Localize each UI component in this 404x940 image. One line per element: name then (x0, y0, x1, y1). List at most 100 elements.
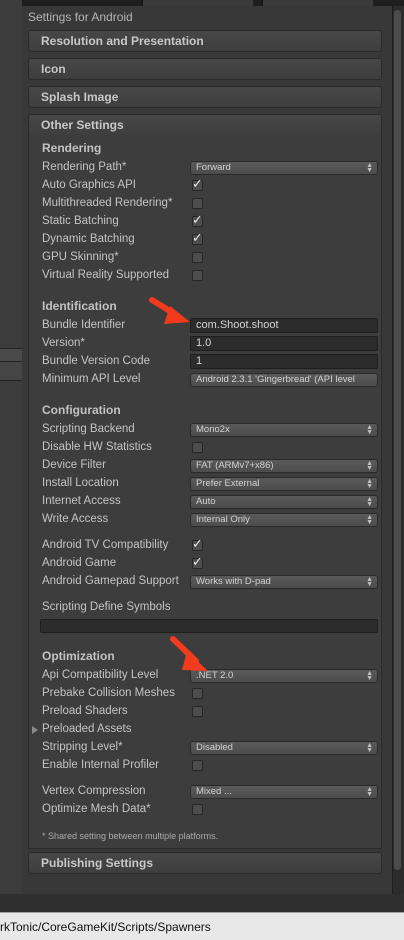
stripping-level-dropdown[interactable]: Disabled ▲ ▼ (190, 741, 378, 755)
check-icon: ✓ (192, 554, 203, 569)
check-icon: ✓ (192, 176, 203, 191)
scrollbar-thumb[interactable] (394, 10, 401, 870)
minimum-api-level-value: Android 2.3.1 'Gingerbread' (API level (196, 374, 355, 385)
vertex-compression-dropdown[interactable]: Mixed ... ▲ ▼ (190, 785, 378, 799)
optimization-heading: Optimization (42, 649, 115, 663)
red-arrow-icon (170, 636, 208, 671)
check-icon: ✓ (192, 536, 203, 551)
section-other-settings[interactable]: Other Settings (28, 114, 382, 136)
api-compatibility-label: Api Compatibility Level (42, 669, 159, 681)
vertex-compression-value: Mixed ... (196, 786, 232, 797)
gpu-skinning-checkbox[interactable] (192, 252, 203, 263)
api-compatibility-dropdown[interactable]: .NET 2.0 ▲ ▼ (190, 669, 378, 683)
updown-arrows-icon: ▲ ▼ (366, 742, 373, 754)
updown-arrows-icon: ▲ ▼ (366, 786, 373, 798)
disable-hw-statistics-label: Disable HW Statistics (42, 441, 152, 453)
android-game-checkbox[interactable]: ✓ (192, 554, 203, 569)
scripting-define-symbols-label: Scripting Define Symbols (42, 601, 171, 613)
optimize-mesh-data-checkbox[interactable] (192, 804, 203, 815)
disable-hw-statistics-checkbox[interactable] (192, 442, 203, 453)
static-batching-checkbox[interactable]: ✓ (192, 212, 203, 227)
device-filter-dropdown[interactable]: FAT (ARMv7+x86) ▲ ▼ (190, 459, 378, 473)
gamepad-support-dropdown[interactable]: Works with D-pad ▲ ▼ (190, 575, 378, 589)
stripping-level-value: Disabled (196, 742, 233, 753)
android-game-label: Android Game (42, 557, 117, 569)
write-access-dropdown[interactable]: Internal Only ▲ ▼ (190, 513, 378, 527)
bundle-version-code-label: Bundle Version Code (42, 355, 151, 367)
rendering-path-value: Forward (196, 162, 231, 173)
section-icon[interactable]: Icon (28, 58, 382, 80)
internal-profiler-label: Enable Internal Profiler (42, 759, 159, 771)
write-access-label: Write Access (42, 513, 109, 525)
install-location-dropdown[interactable]: Prefer External ▲ ▼ (190, 477, 378, 491)
left-panel-tab-secondary[interactable] (0, 362, 22, 381)
check-icon: ✓ (192, 230, 203, 245)
stripping-level-label: Stripping Level* (42, 741, 123, 753)
prebake-collision-label: Prebake Collision Meshes (42, 687, 175, 699)
configuration-heading: Configuration (42, 403, 121, 417)
prebake-collision-checkbox[interactable] (192, 688, 203, 699)
dynamic-batching-label: Dynamic Batching (42, 233, 135, 245)
updown-arrows-icon: ▲ ▼ (366, 460, 373, 472)
virtual-reality-label: Virtual Reality Supported (42, 269, 169, 281)
bundle-identifier-label: Bundle Identifier (42, 319, 126, 331)
settings-title: Settings for Android (28, 10, 133, 24)
internet-access-dropdown[interactable]: Auto ▲ ▼ (190, 495, 378, 509)
red-arrow-icon (149, 297, 190, 324)
gpu-skinning-label: GPU Skinning* (42, 251, 119, 263)
scripting-backend-dropdown[interactable]: Mono2x ▲ ▼ (190, 423, 378, 437)
internal-profiler-checkbox[interactable] (192, 760, 203, 771)
section-publishing-settings[interactable]: Publishing Settings (28, 852, 382, 874)
updown-arrows-icon: ▲ ▼ (366, 514, 373, 526)
internet-access-label: Internet Access (42, 495, 121, 507)
inspector-bottom (0, 894, 404, 912)
bundle-version-code-field[interactable]: 1 (190, 354, 378, 369)
left-panel-strip (0, 0, 23, 912)
section-splash-image[interactable]: Splash Image (28, 86, 382, 108)
check-icon: ✓ (192, 212, 203, 227)
rendering-path-label: Rendering Path* (42, 161, 127, 173)
preload-shaders-label: Preload Shaders (42, 705, 128, 717)
vertex-compression-label: Vertex Compression (42, 785, 146, 797)
minimum-api-level-label: Minimum API Level (42, 373, 141, 385)
install-location-value: Prefer External (196, 478, 260, 489)
section-resolution-and-presentation[interactable]: Resolution and Presentation (28, 30, 382, 52)
scripting-backend-label: Scripting Backend (42, 423, 135, 435)
minimum-api-level-dropdown[interactable]: Android 2.3.1 'Gingerbread' (API level (190, 373, 378, 387)
auto-graphics-api-checkbox[interactable]: ✓ (192, 176, 203, 191)
virtual-reality-checkbox[interactable] (192, 270, 203, 281)
rendering-heading: Rendering (42, 141, 102, 155)
preloaded-assets-foldout[interactable]: Preloaded Assets (42, 723, 132, 735)
static-batching-label: Static Batching (42, 215, 119, 227)
rendering-path-dropdown[interactable]: Forward ▲ ▼ (190, 161, 378, 175)
version-label: Version* (42, 337, 85, 349)
updown-arrows-icon: ▲ ▼ (366, 162, 373, 174)
device-filter-value: FAT (ARMv7+x86) (196, 460, 274, 471)
updown-arrows-icon: ▲ ▼ (366, 478, 373, 490)
multithreaded-rendering-checkbox[interactable] (192, 198, 203, 209)
scripting-backend-value: Mono2x (196, 424, 230, 435)
dynamic-batching-checkbox[interactable]: ✓ (192, 230, 203, 245)
left-panel-tab[interactable] (0, 348, 22, 362)
gamepad-support-label: Android Gamepad Support (42, 575, 179, 587)
device-filter-label: Device Filter (42, 459, 106, 471)
gamepad-support-value: Works with D-pad (196, 576, 271, 587)
auto-graphics-api-label: Auto Graphics API (42, 179, 136, 191)
preload-shaders-checkbox[interactable] (192, 706, 203, 717)
shared-setting-footnote: * Shared setting between multiple platfo… (42, 831, 219, 841)
scripting-define-symbols-field[interactable] (40, 619, 378, 633)
android-tv-checkbox[interactable]: ✓ (192, 536, 203, 551)
updown-arrows-icon: ▲ ▼ (366, 496, 373, 508)
triangle-right-icon[interactable] (32, 726, 38, 734)
multithreaded-rendering-label: Multithreaded Rendering* (42, 197, 173, 209)
write-access-value: Internal Only (196, 514, 250, 525)
optimize-mesh-data-label: Optimize Mesh Data* (42, 803, 151, 815)
version-field[interactable]: 1.0 (190, 336, 378, 351)
project-path-bar: rkTonic/CoreGameKit/Scripts/Spawners (0, 912, 404, 940)
project-path-text: rkTonic/CoreGameKit/Scripts/Spawners (0, 920, 211, 934)
identification-heading: Identification (42, 299, 117, 313)
updown-arrows-icon: ▲ ▼ (366, 670, 373, 682)
internet-access-value: Auto (196, 496, 216, 507)
bundle-identifier-field[interactable]: com.Shoot.shoot (190, 318, 378, 333)
updown-arrows-icon: ▲ ▼ (366, 424, 373, 436)
